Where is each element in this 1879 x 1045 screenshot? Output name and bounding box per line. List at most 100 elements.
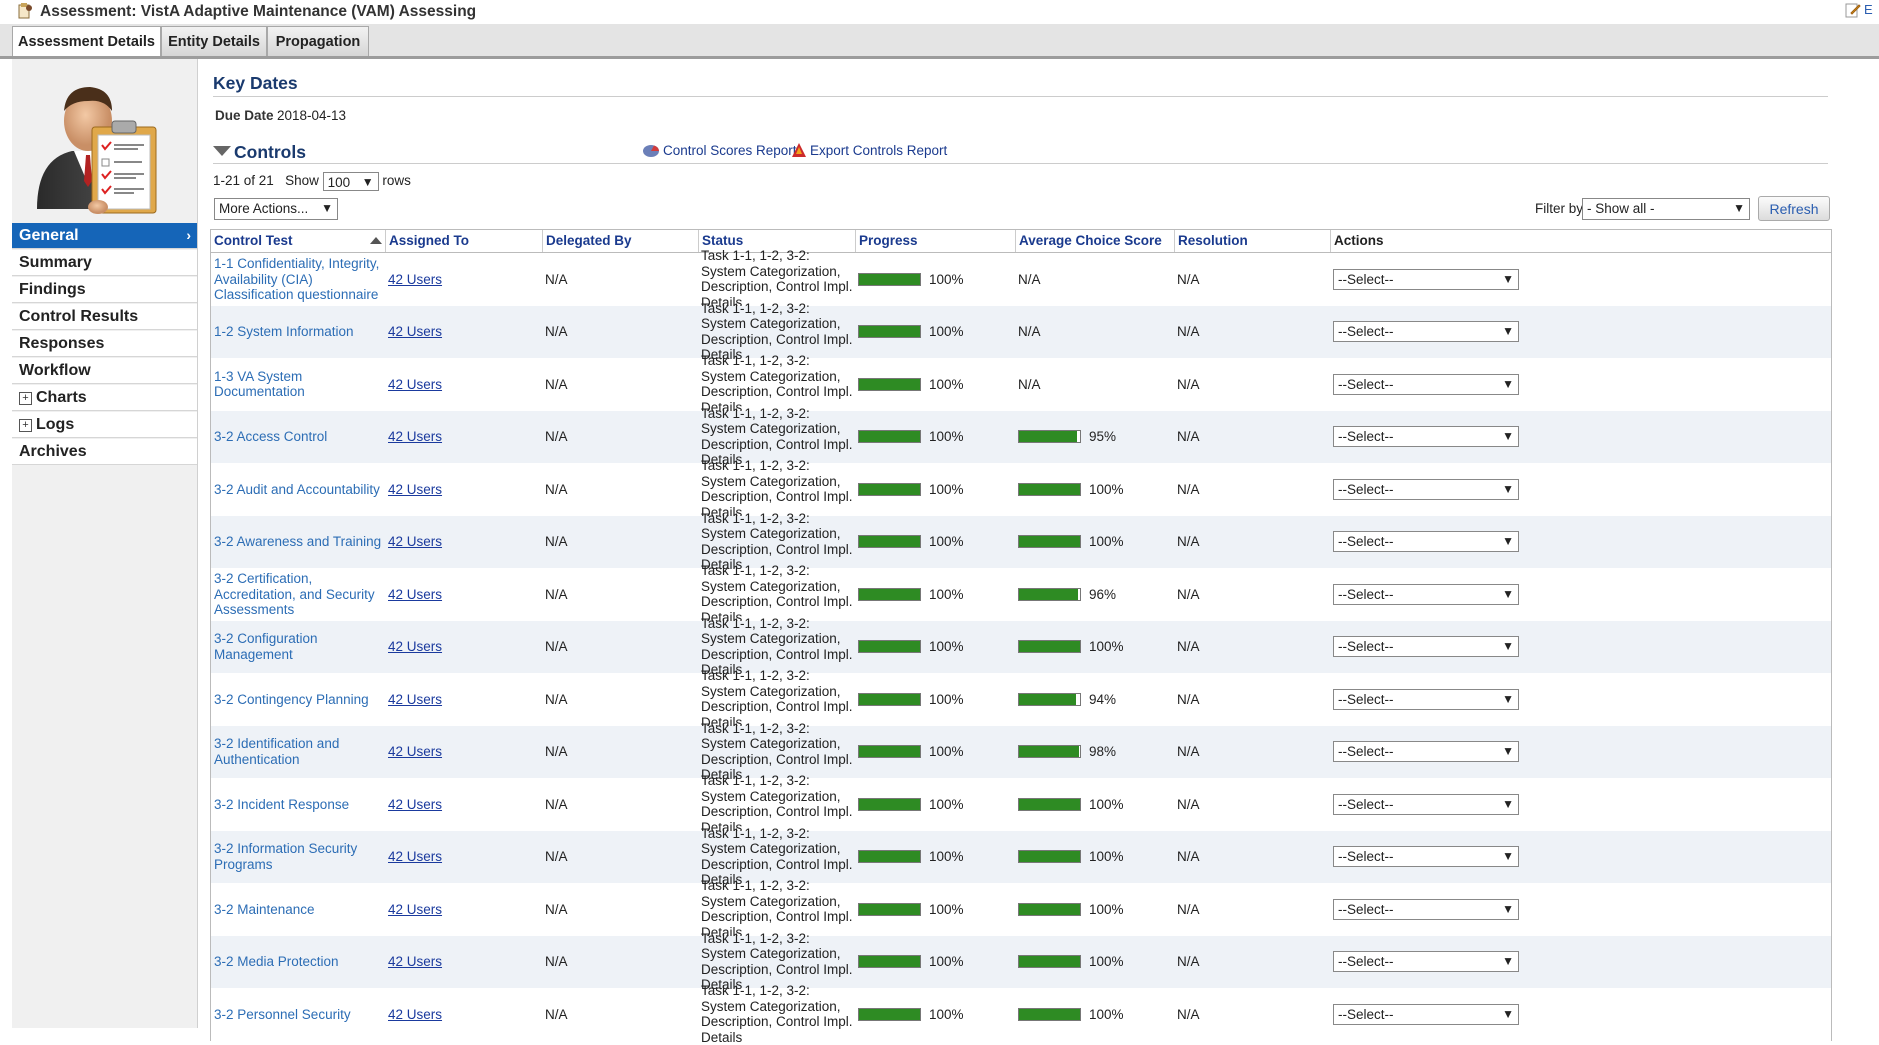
sidebar-item-archives[interactable]: Archives: [12, 439, 197, 465]
assigned-users-link[interactable]: 42 Users: [388, 429, 442, 445]
cell-assigned-to: 42 Users: [385, 253, 542, 306]
assigned-users-link[interactable]: 42 Users: [388, 954, 442, 970]
row-actions-select[interactable]: --Select-- ▼: [1333, 741, 1519, 763]
row-actions-select[interactable]: --Select-- ▼: [1333, 373, 1519, 395]
column-header-progress[interactable]: Progress: [855, 230, 1015, 252]
cell-actions: --Select-- ▼: [1330, 463, 1530, 516]
assigned-users-link[interactable]: 42 Users: [388, 744, 442, 760]
show-label: Show: [285, 173, 319, 189]
expand-icon[interactable]: +: [19, 392, 32, 405]
row-actions-select[interactable]: --Select-- ▼: [1333, 426, 1519, 448]
column-header-control-test[interactable]: Control Test: [211, 230, 385, 252]
sidebar-item-summary[interactable]: Summary: [12, 250, 197, 276]
tab-propagation[interactable]: Propagation: [267, 26, 369, 56]
sidebar-item-charts[interactable]: + Charts: [12, 385, 197, 411]
export-report-icon[interactable]: [790, 141, 808, 159]
control-test-link[interactable]: 3-2 Contingency Planning: [214, 692, 369, 708]
sidebar-item-control-results[interactable]: Control Results: [12, 304, 197, 330]
cell-resolution: N/A: [1174, 306, 1330, 359]
chevron-down-icon: ▼: [1502, 324, 1514, 339]
filter-select[interactable]: - Show all - ▼: [1582, 198, 1750, 220]
assigned-users-link[interactable]: 42 Users: [388, 534, 442, 550]
row-actions-select[interactable]: --Select-- ▼: [1333, 793, 1519, 815]
resolution-value: N/A: [1177, 481, 1200, 497]
tab-entity-details[interactable]: Entity Details: [161, 26, 267, 56]
assigned-users-link[interactable]: 42 Users: [388, 324, 442, 340]
control-test-link[interactable]: 1-2 System Information: [214, 324, 354, 340]
control-test-link[interactable]: 3-2 Maintenance: [214, 902, 315, 918]
sidebar-item-responses[interactable]: Responses: [12, 331, 197, 357]
assigned-users-link[interactable]: 42 Users: [388, 1007, 442, 1023]
assigned-users-link[interactable]: 42 Users: [388, 692, 442, 708]
sidebar-item-logs[interactable]: + Logs: [12, 412, 197, 438]
more-actions-select[interactable]: More Actions... ▼: [214, 198, 338, 220]
export-controls-report-link[interactable]: Export Controls Report: [810, 143, 947, 158]
control-test-link[interactable]: 3-2 Configuration Management: [214, 631, 385, 662]
collapse-triangle-icon[interactable]: [213, 146, 231, 156]
table-row: 3-2 Contingency Planning 42 Users N/A Task …: [211, 668, 1831, 730]
control-test-link[interactable]: 3-2 Audit and Accountability: [214, 482, 380, 498]
chevron-down-icon: ▼: [1502, 796, 1514, 811]
column-header-average-choice-score[interactable]: Average Choice Score: [1015, 230, 1174, 252]
cell-delegated-by: N/A: [542, 516, 698, 569]
control-scores-report-link[interactable]: Control Scores Report: [663, 143, 797, 158]
sidebar-item-findings[interactable]: Findings: [12, 277, 197, 303]
column-header-assigned-to[interactable]: Assigned To: [385, 230, 542, 252]
edit-icon[interactable]: [1845, 2, 1861, 18]
assigned-users-link[interactable]: 42 Users: [388, 587, 442, 603]
row-actions-select[interactable]: --Select-- ▼: [1333, 846, 1519, 868]
rows-per-page-select[interactable]: 100 ▼: [322, 172, 379, 191]
controls-table: Control Test Assigned To Delegated By Statu…: [210, 229, 1832, 1045]
cell-assigned-to: 42 Users: [385, 988, 542, 1041]
row-actions-select[interactable]: --Select-- ▼: [1333, 268, 1519, 290]
expand-icon[interactable]: +: [19, 419, 32, 432]
control-test-link[interactable]: 3-2 Incident Response: [214, 797, 349, 813]
control-test-link[interactable]: 3-2 Personnel Security: [214, 1007, 351, 1023]
assigned-users-link[interactable]: 42 Users: [388, 482, 442, 498]
control-test-link[interactable]: 3-2 Certification, Accreditation, and Se…: [214, 571, 385, 618]
row-actions-select[interactable]: --Select-- ▼: [1333, 583, 1519, 605]
assigned-users-link[interactable]: 42 Users: [388, 797, 442, 813]
tab-assessment-details[interactable]: Assessment Details: [12, 26, 161, 56]
column-header-delegated-by[interactable]: Delegated By: [542, 230, 698, 252]
control-test-link[interactable]: 1-3 VA System Documentation: [214, 369, 385, 400]
assigned-users-link[interactable]: 42 Users: [388, 377, 442, 393]
control-test-link[interactable]: 3-2 Media Protection: [214, 954, 339, 970]
row-actions-select[interactable]: --Select-- ▼: [1333, 321, 1519, 343]
delegated-by-value: N/A: [545, 324, 568, 339]
row-actions-select[interactable]: --Select-- ▼: [1333, 898, 1519, 920]
control-test-link[interactable]: 3-2 Awareness and Training: [214, 534, 381, 550]
average-score-value: 96%: [1089, 586, 1117, 602]
row-actions-value: --Select--: [1338, 744, 1394, 760]
edit-link[interactable]: E: [1864, 2, 1873, 17]
assigned-users-link[interactable]: 42 Users: [388, 639, 442, 655]
assigned-users-link[interactable]: 42 Users: [388, 902, 442, 918]
row-actions-select[interactable]: --Select-- ▼: [1333, 636, 1519, 658]
table-row: 1-1 Confidentiality, Integrity, Availabi…: [211, 248, 1831, 310]
table-row: 3-2 Personnel Security 42 Users N/A Task 1-…: [211, 983, 1831, 1045]
sidebar-item-general[interactable]: General ›: [12, 223, 197, 249]
controls-heading[interactable]: Controls: [213, 142, 306, 163]
sidebar-item-workflow[interactable]: Workflow: [12, 358, 197, 384]
assigned-users-link[interactable]: 42 Users: [388, 272, 442, 288]
control-test-link[interactable]: 3-2 Identification and Authentication: [214, 736, 385, 767]
row-actions-select[interactable]: --Select-- ▼: [1333, 478, 1519, 500]
chevron-down-icon: ▼: [1502, 744, 1514, 759]
progress-bar-fill: [859, 903, 920, 915]
sort-ascending-icon[interactable]: [370, 237, 382, 244]
refresh-button[interactable]: Refresh: [1758, 196, 1830, 221]
control-test-link[interactable]: 1-1 Confidentiality, Integrity, Availabi…: [214, 256, 385, 303]
row-actions-select[interactable]: --Select-- ▼: [1333, 688, 1519, 710]
control-test-link[interactable]: 3-2 Information Security Programs: [214, 841, 385, 872]
control-test-link[interactable]: 3-2 Access Control: [214, 429, 327, 445]
column-header-resolution[interactable]: Resolution: [1174, 230, 1330, 252]
sidebar-item-label: Summary: [19, 254, 92, 271]
row-actions-select[interactable]: --Select-- ▼: [1333, 531, 1519, 553]
progress-bar-fill: [859, 641, 920, 653]
progress-bar: [858, 430, 921, 444]
score-bar: [1018, 692, 1081, 706]
chart-report-icon[interactable]: [642, 141, 660, 159]
row-actions-select[interactable]: --Select-- ▼: [1333, 1003, 1519, 1025]
assigned-users-link[interactable]: 42 Users: [388, 849, 442, 865]
row-actions-select[interactable]: --Select-- ▼: [1333, 951, 1519, 973]
